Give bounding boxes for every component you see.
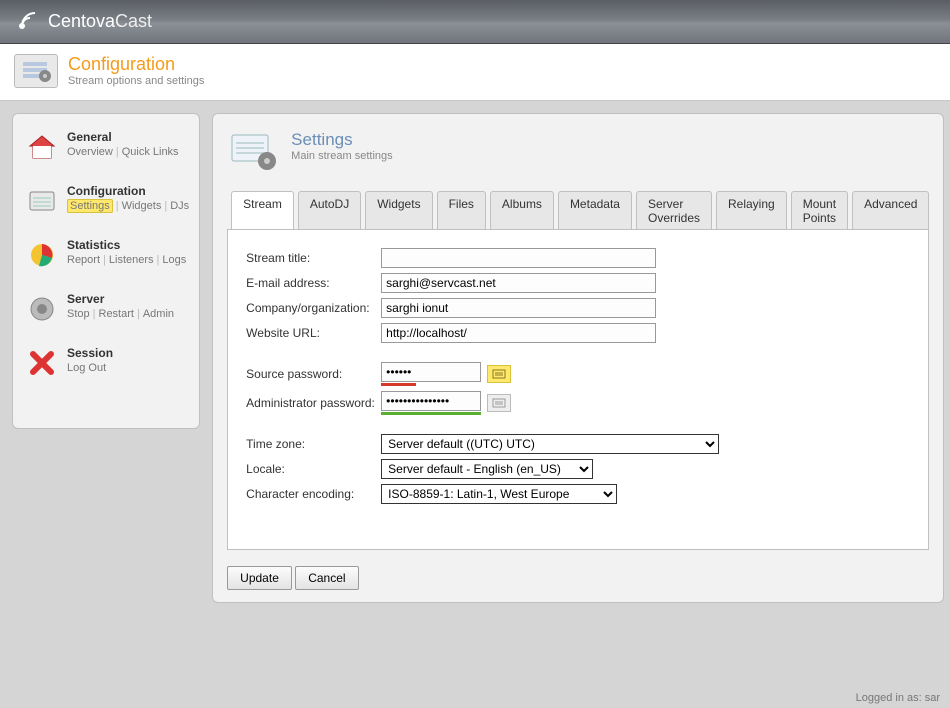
label-stream-title: Stream title:	[246, 251, 381, 265]
tab-mount-points[interactable]: Mount Points	[791, 191, 848, 230]
page-header: Configuration Stream options and setting…	[0, 44, 950, 101]
tab-widgets[interactable]: Widgets	[365, 191, 432, 230]
home-icon	[25, 130, 59, 164]
source-password-input[interactable]	[381, 362, 481, 382]
label-encoding: Character encoding:	[246, 487, 381, 501]
sidebar-link-logs[interactable]: Logs	[162, 254, 186, 266]
pie-chart-icon	[25, 238, 59, 272]
page-subtitle: Stream options and settings	[68, 75, 204, 87]
sidebar-link-settings[interactable]: Settings	[67, 199, 113, 213]
sidebar-link-quicklinks[interactable]: Quick Links	[122, 146, 179, 158]
pw-strength-indicator	[381, 412, 481, 415]
broadcast-icon	[12, 8, 40, 36]
config-icon	[14, 54, 58, 88]
sidebar-link-logout[interactable]: Log Out	[67, 362, 106, 374]
label-locale: Locale:	[246, 462, 381, 476]
pw-strength-indicator	[381, 383, 416, 386]
sidebar-link-report[interactable]: Report	[67, 254, 100, 266]
label-email: E-mail address:	[246, 276, 381, 290]
admin-password-input[interactable]	[381, 391, 481, 411]
timezone-select[interactable]: Server default ((UTC) UTC)	[381, 434, 719, 454]
sidebar-item-label: Statistics	[67, 238, 186, 252]
sidebar-link-widgets[interactable]: Widgets	[122, 200, 162, 212]
settings-form-icon	[25, 184, 59, 218]
tab-albums[interactable]: Albums	[490, 191, 554, 230]
cancel-button[interactable]: Cancel	[295, 566, 358, 590]
sidebar-link-admin[interactable]: Admin	[143, 308, 174, 320]
website-input[interactable]	[381, 323, 656, 343]
app-topbar: CentovaCast	[0, 0, 950, 44]
keyboard-icon	[492, 398, 506, 408]
sidebar-link-djs[interactable]: DJs	[170, 200, 189, 212]
tab-files[interactable]: Files	[437, 191, 486, 230]
locale-select[interactable]: Server default - English (en_US)	[381, 459, 593, 479]
tab-metadata[interactable]: Metadata	[558, 191, 632, 230]
email-input[interactable]	[381, 273, 656, 293]
sidebar-link-listeners[interactable]: Listeners	[109, 254, 154, 266]
close-icon	[25, 346, 59, 380]
sidebar-item-server: Server Stop|Restart|Admin	[13, 282, 199, 336]
sidebar-link-restart[interactable]: Restart	[99, 308, 134, 320]
sidebar-item-session: Session Log Out	[13, 336, 199, 390]
sidebar-item-label: General	[67, 130, 179, 144]
tab-relaying[interactable]: Relaying	[716, 191, 787, 230]
label-admin-pw: Administrator password:	[246, 396, 381, 410]
label-timezone: Time zone:	[246, 437, 381, 451]
sidebar-link-stop[interactable]: Stop	[67, 308, 90, 320]
tab-advanced[interactable]: Advanced	[852, 191, 929, 230]
brand-name: CentovaCast	[48, 11, 152, 32]
speaker-icon	[25, 292, 59, 326]
sidebar: General Overview|Quick Links Configurati…	[12, 113, 200, 429]
label-source-pw: Source password:	[246, 367, 381, 381]
sidebar-item-configuration: Configuration Settings|Widgets|DJs	[13, 174, 199, 228]
main-panel: Settings Main stream settings Stream Aut…	[212, 113, 944, 603]
encoding-select[interactable]: ISO-8859-1: Latin-1, West Europe	[381, 484, 617, 504]
sidebar-item-label: Configuration	[67, 184, 189, 198]
label-company: Company/organization:	[246, 301, 381, 315]
tab-panel-stream: Stream title: E-mail address: Company/or…	[227, 230, 929, 550]
tab-server-overrides[interactable]: Server Overrides	[636, 191, 712, 230]
update-button[interactable]: Update	[227, 566, 292, 590]
sidebar-item-label: Server	[67, 292, 174, 306]
sidebar-item-general: General Overview|Quick Links	[13, 120, 199, 174]
settings-panel-icon	[227, 130, 279, 172]
tab-stream[interactable]: Stream	[231, 191, 294, 230]
form-buttons: Update Cancel	[227, 566, 929, 590]
keyboard-icon	[492, 369, 506, 379]
sidebar-link-overview[interactable]: Overview	[67, 146, 113, 158]
panel-header: Settings Main stream settings	[227, 130, 929, 172]
sidebar-item-statistics: Statistics Report|Listeners|Logs	[13, 228, 199, 282]
panel-title: Settings	[291, 130, 392, 150]
reveal-source-pw-button[interactable]	[487, 365, 511, 383]
reveal-admin-pw-button[interactable]	[487, 394, 511, 412]
sidebar-item-label: Session	[67, 346, 113, 360]
footer-status: Logged in as: sar	[0, 688, 950, 708]
page-title: Configuration	[68, 54, 204, 75]
label-website: Website URL:	[246, 326, 381, 340]
company-input[interactable]	[381, 298, 656, 318]
panel-subtitle: Main stream settings	[291, 150, 392, 162]
tabs: Stream AutoDJ Widgets Files Albums Metad…	[227, 190, 929, 230]
tab-autodj[interactable]: AutoDJ	[298, 191, 361, 230]
stream-title-input[interactable]	[381, 248, 656, 268]
